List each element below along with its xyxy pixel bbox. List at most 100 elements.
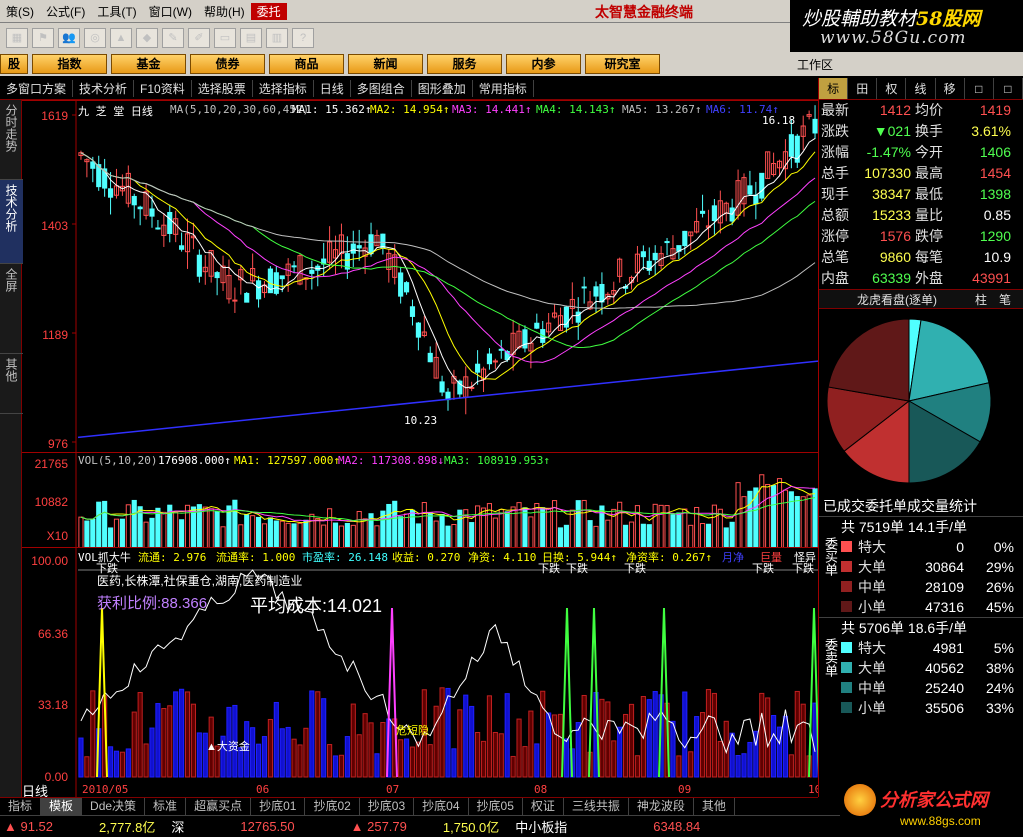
signal-spike xyxy=(658,607,670,778)
nav-bond[interactable]: 债券 xyxy=(190,54,265,74)
pen-icon[interactable]: ✎ xyxy=(162,27,184,48)
menu-formula[interactable]: 公式(F) xyxy=(40,3,91,20)
rtab-box1[interactable]: □ xyxy=(965,78,994,99)
price-chart[interactable] xyxy=(22,101,818,453)
workzone-label[interactable]: 工作区 xyxy=(797,56,833,73)
sell-head: 共 5706单 18.6手/单 xyxy=(841,620,968,636)
diamond-icon[interactable]: ◆ xyxy=(136,27,158,48)
btab-bottom04[interactable]: 抄底04 xyxy=(414,798,469,815)
subbar-select-stock[interactable]: 选择股票 xyxy=(192,80,253,97)
nav-insider[interactable]: 内参 xyxy=(506,54,581,74)
menu-window[interactable]: 窗口(W) xyxy=(143,3,198,20)
volume-bar xyxy=(563,524,569,548)
nav-fund[interactable]: 基金 xyxy=(111,54,186,74)
up-arrow-icon[interactable]: ▲ xyxy=(110,27,132,48)
btab-template[interactable]: 模板 xyxy=(41,798,83,815)
quote-key: 今开 xyxy=(915,144,943,160)
subbar-overlay[interactable]: 图形叠加 xyxy=(412,80,473,97)
people-icon[interactable]: 👥 xyxy=(58,27,80,48)
volume-bar xyxy=(202,506,208,548)
price-panel[interactable]: 九 芝 堂 日线 MA(5,10,20,30,60,452) MA1: 15.3… xyxy=(22,100,818,453)
nav-stock[interactable]: 股 xyxy=(0,54,28,74)
help-icon[interactable]: ? xyxy=(292,27,314,48)
pie-tab-bar[interactable]: 柱 xyxy=(975,290,999,308)
big-fund-marker: ▲大资金 xyxy=(206,741,250,753)
volume-bar xyxy=(439,513,445,548)
btab-standard[interactable]: 标准 xyxy=(145,798,187,815)
subbar-multiwindow[interactable]: 多窗口方案 xyxy=(0,80,74,97)
quote-value: 9860 xyxy=(879,249,911,265)
subbar-f10[interactable]: F10资料 xyxy=(134,80,192,97)
btab-indicator[interactable]: 指标 xyxy=(0,798,42,815)
indicator-panel[interactable]: VOL抓大牛 流通: 2.976 流通率: 1.000 市盈率: 26.148 … xyxy=(22,547,821,799)
subbar-common[interactable]: 常用指标 xyxy=(473,80,534,97)
btab-bottom05[interactable]: 抄底05 xyxy=(469,798,523,815)
vtab-other[interactable]: 其他 xyxy=(0,354,23,414)
window-icon[interactable]: ▭ xyxy=(214,27,236,48)
indicator-bar xyxy=(652,691,658,778)
menu-strategy[interactable]: 策(S) xyxy=(0,3,40,20)
rtab-box2[interactable]: □ xyxy=(994,78,1023,99)
pie-header: 龙虎看盘(逐单) 柱 笔 xyxy=(819,289,1023,309)
subbar-tech[interactable]: 技术分析 xyxy=(73,80,135,97)
timeline-label: 2010/05 xyxy=(82,783,129,796)
volume-chart[interactable] xyxy=(22,453,818,548)
calendar-icon[interactable]: ▤ xyxy=(240,27,262,48)
rtab-grid[interactable]: 田 xyxy=(848,78,878,99)
ma-line xyxy=(80,138,816,389)
size-volume: 35506 xyxy=(925,700,964,716)
btab-dde[interactable]: Dde决策 xyxy=(82,798,146,815)
rtab-move[interactable]: 移 xyxy=(936,78,965,99)
btab-bottom01[interactable]: 抄底01 xyxy=(251,798,306,815)
binoculars-icon[interactable]: ◎ xyxy=(84,27,106,48)
quote-row: 涨跌 ▼021 换手 3.61% xyxy=(819,121,1023,142)
volume-panel[interactable]: VOL(5,10,20) 176908.000↑ MA1: 127597.000… xyxy=(22,452,818,548)
grid-icon[interactable]: ▦ xyxy=(6,27,28,48)
volume-bar xyxy=(374,525,380,548)
legend-swatch xyxy=(841,642,852,653)
pie-tab-count[interactable]: 笔 xyxy=(999,290,1023,308)
quote-row: 总额 15233 量比 0.85 xyxy=(819,205,1023,226)
candle-body xyxy=(90,161,96,169)
btab-bottom03[interactable]: 抄底03 xyxy=(360,798,415,815)
menu-tools[interactable]: 工具(T) xyxy=(91,3,142,20)
subbar-daily[interactable]: 日线 xyxy=(314,80,351,97)
nav-commodity[interactable]: 商品 xyxy=(269,54,344,74)
quote-key: 跌停 xyxy=(915,228,943,244)
btab-dragon[interactable]: 神龙波段 xyxy=(629,798,694,815)
btab-warrant[interactable]: 权证 xyxy=(523,798,564,815)
subbar-multi-chart[interactable]: 多图组合 xyxy=(351,80,412,97)
menu-trade[interactable]: 委托 xyxy=(250,2,287,20)
volume-bar xyxy=(291,523,297,548)
books-icon[interactable]: ▥ xyxy=(266,27,288,48)
btab-buy-point[interactable]: 超赢买点 xyxy=(186,798,252,815)
menu-help[interactable]: 帮助(H) xyxy=(198,3,251,20)
nav-research[interactable]: 研究室 xyxy=(585,54,660,74)
btab-bottom02[interactable]: 抄底02 xyxy=(305,798,360,815)
btab-other[interactable]: 其他 xyxy=(694,798,735,815)
candle-body xyxy=(759,172,765,199)
quote-value: 107330 xyxy=(864,165,911,181)
indicator-bar xyxy=(409,746,416,778)
rtab-rights[interactable]: 权 xyxy=(877,78,907,99)
ma5-label: MA5: 13.267↑ xyxy=(622,103,702,116)
quote-key: 最低 xyxy=(915,186,943,202)
indicator-bar xyxy=(682,691,688,778)
chart-subbar: 多窗口方案 技术分析 F10资料 选择股票 选择指标 日线 多图组合 图形叠加 … xyxy=(0,78,818,100)
candle-body xyxy=(788,134,794,157)
legend-swatch xyxy=(841,561,852,572)
pen2-icon[interactable]: ✐ xyxy=(188,27,210,48)
btab-resonance[interactable]: 三线共振 xyxy=(564,798,629,815)
nav-index[interactable]: 指数 xyxy=(32,54,107,74)
rtab-mark[interactable]: 标 xyxy=(819,78,849,99)
subbar-select-indicator[interactable]: 选择指标 xyxy=(253,80,314,97)
volume-bar xyxy=(113,518,120,548)
indicator-bar xyxy=(344,736,350,778)
rtab-line[interactable]: 线 xyxy=(906,78,936,99)
flower-logo-icon xyxy=(844,784,876,816)
volume-bar xyxy=(528,516,534,548)
nav-news[interactable]: 新闻 xyxy=(348,54,423,74)
nav-service[interactable]: 服务 xyxy=(427,54,502,74)
flag-icon[interactable]: ⚑ xyxy=(32,27,54,48)
quote-key: 涨幅 xyxy=(821,144,849,160)
